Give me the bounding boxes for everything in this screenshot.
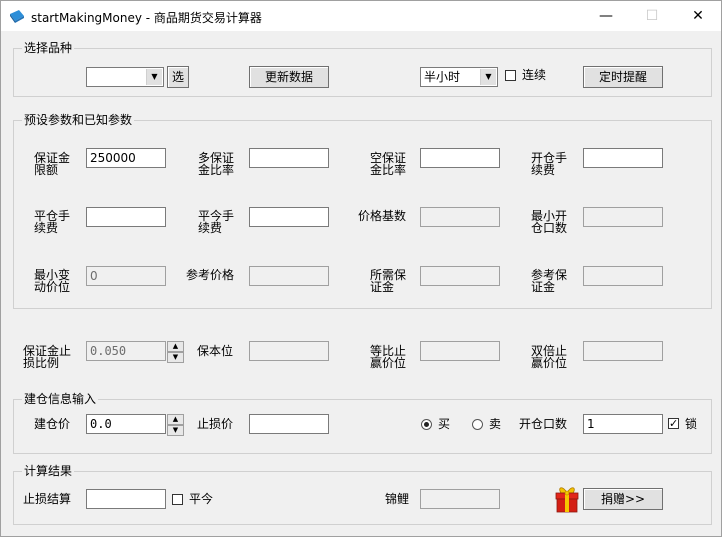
result-group-label: 计算结果 xyxy=(22,464,75,478)
margin-limit-input[interactable]: 250000 xyxy=(86,148,166,168)
select-button[interactable]: 选 xyxy=(167,66,189,88)
long-margin-ratio-label: 多保证金比率 xyxy=(198,151,235,177)
short-margin-ratio-label: 空保证金比率 xyxy=(370,151,407,177)
maximize-button[interactable]: ☐ xyxy=(629,1,675,31)
required-margin-field xyxy=(420,266,500,286)
spin-up-icon[interactable]: ▲ xyxy=(167,341,184,352)
period-combo[interactable]: 半小时 ▼ xyxy=(420,67,498,87)
price-base-label: 价格基数 xyxy=(358,209,407,223)
sell-radio[interactable] xyxy=(472,419,483,430)
required-margin-label: 所需保证金 xyxy=(370,268,407,294)
double-take-profit-label: 双倍止赢价位 xyxy=(531,344,568,370)
chevron-down-icon[interactable]: ▼ xyxy=(480,69,496,85)
price-base-field xyxy=(420,207,500,227)
entry-price-label: 建仓价 xyxy=(34,417,71,431)
stop-price-input[interactable] xyxy=(249,414,329,434)
min-lots-label: 最小开仓口数 xyxy=(531,209,568,235)
period-combo-value: 半小时 xyxy=(424,70,461,84)
stop-settle-input[interactable] xyxy=(86,489,166,509)
close-fee-input[interactable] xyxy=(86,207,166,227)
spin-up-icon[interactable]: ▲ xyxy=(167,414,184,425)
app-icon xyxy=(10,10,24,23)
minimize-button[interactable]: — xyxy=(583,1,629,31)
gift-box-icon xyxy=(555,487,579,513)
stop-ratio-input[interactable]: 0.050 xyxy=(86,341,166,361)
min-tick-label: 最小变动价位 xyxy=(34,268,71,294)
lots-label: 开仓口数 xyxy=(519,417,568,431)
short-margin-ratio-input[interactable] xyxy=(420,148,500,168)
breakeven-field xyxy=(249,341,329,361)
open-fee-input[interactable] xyxy=(583,148,663,168)
stop-ratio-label: 保证金止损比例 xyxy=(23,344,72,370)
min-lots-field xyxy=(583,207,663,227)
open-fee-label: 开仓手续费 xyxy=(531,151,568,177)
donate-button[interactable]: 捐赠>> xyxy=(583,488,663,510)
variety-combo[interactable]: ▼ xyxy=(86,67,164,87)
close-button[interactable]: ✕ xyxy=(675,1,721,31)
buy-radio[interactable] xyxy=(421,419,432,430)
long-margin-ratio-input[interactable] xyxy=(249,148,329,168)
spin-down-icon[interactable]: ▼ xyxy=(167,352,184,363)
equal-take-profit-field xyxy=(420,341,500,361)
stop-price-label: 止损价 xyxy=(197,417,234,431)
ref-margin-label: 参考保证金 xyxy=(531,268,568,294)
margin-limit-label: 保证金限额 xyxy=(34,151,71,177)
close-today-fee-input[interactable] xyxy=(249,207,329,227)
timer-reminder-button[interactable]: 定时提醒 xyxy=(583,66,663,88)
koi-field xyxy=(420,489,500,509)
title-bar: startMakingMoney - 商品期货交易计算器 — ☐ ✕ xyxy=(1,1,721,31)
close-today-checkbox[interactable] xyxy=(172,494,183,505)
main-window: startMakingMoney - 商品期货交易计算器 — ☐ ✕ 选择品种 … xyxy=(0,0,722,537)
close-fee-label: 平仓手续费 xyxy=(34,209,71,235)
chevron-down-icon[interactable]: ▼ xyxy=(146,69,162,85)
ref-price-field xyxy=(249,266,329,286)
update-data-button[interactable]: 更新数据 xyxy=(249,66,329,88)
equal-take-profit-label: 等比止赢价位 xyxy=(370,344,407,370)
entry-price-spinner[interactable]: ▲ ▼ xyxy=(167,414,184,436)
stop-settle-label: 止损结算 xyxy=(23,492,72,506)
koi-label: 锦鲤 xyxy=(385,492,410,506)
breakeven-label: 保本位 xyxy=(197,344,234,358)
double-take-profit-field xyxy=(583,341,663,361)
close-today-label: 平今 xyxy=(189,492,214,506)
stop-ratio-spinner[interactable]: ▲ ▼ xyxy=(167,341,184,363)
continuous-label: 连续 xyxy=(522,68,547,82)
lock-checkbox[interactable]: ✓ xyxy=(668,418,679,429)
params-group-label: 预设参数和已知参数 xyxy=(22,113,135,127)
ref-margin-field xyxy=(583,266,663,286)
entry-group-label: 建仓信息输入 xyxy=(22,392,99,406)
sell-label: 卖 xyxy=(489,417,502,431)
window-title: startMakingMoney - 商品期货交易计算器 xyxy=(31,11,262,25)
continuous-checkbox[interactable] xyxy=(505,70,516,81)
close-today-fee-label: 平今手续费 xyxy=(198,209,235,235)
buy-label: 买 xyxy=(438,417,451,431)
min-tick-field: 0 xyxy=(86,266,166,286)
lots-input[interactable]: 1 xyxy=(583,414,663,434)
ref-price-label: 参考价格 xyxy=(186,268,235,282)
variety-group-label: 选择品种 xyxy=(22,41,75,55)
entry-price-input[interactable]: 0.0 xyxy=(86,414,166,434)
lock-label: 锁 xyxy=(685,417,698,431)
spin-down-icon[interactable]: ▼ xyxy=(167,425,184,436)
